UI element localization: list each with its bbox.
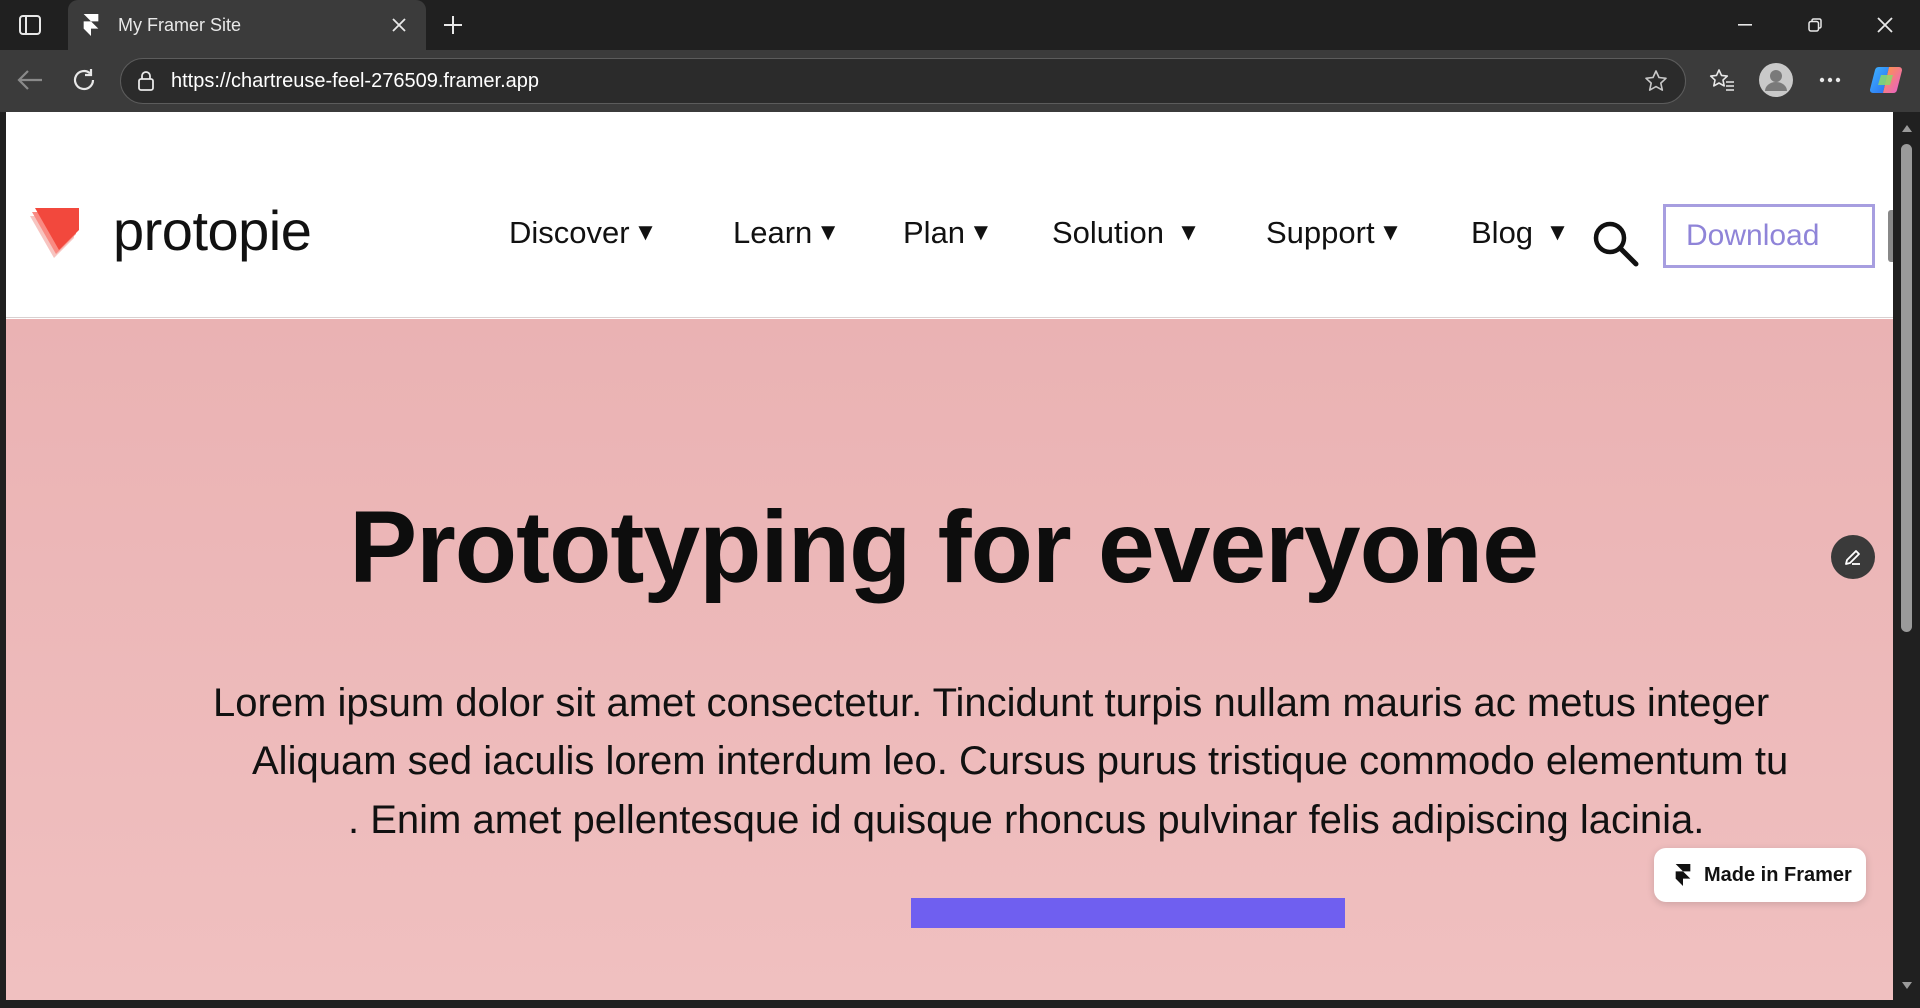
favorite-star-icon[interactable] xyxy=(1639,64,1673,98)
nav-item-learn[interactable]: Learn ▼ xyxy=(733,215,840,251)
site-header: protopie Discover ▼ Learn ▼ Plan ▼ Solution… xyxy=(6,112,1893,318)
browser-tab-active[interactable]: My Framer Site xyxy=(68,0,426,50)
nav-item-support[interactable]: Support ▼ xyxy=(1266,215,1402,251)
download-button[interactable]: Download xyxy=(1663,204,1875,268)
logo-wordmark[interactable]: protopie xyxy=(113,198,312,263)
more-options-icon[interactable] xyxy=(1810,60,1850,100)
nav-item-label: Learn xyxy=(733,215,813,250)
nav-item-solution[interactable]: Solution ▼ xyxy=(1052,215,1200,251)
page-viewport: protopie Discover ▼ Learn ▼ Plan ▼ Solution… xyxy=(6,112,1893,1000)
caret-down-icon: ▼ xyxy=(1176,219,1201,246)
framer-logo-icon xyxy=(1675,864,1691,886)
address-bar[interactable]: https://chartreuse-feel-276509.framer.ap… xyxy=(120,58,1686,104)
edit-pencil-icon[interactable] xyxy=(1831,535,1875,579)
caret-down-icon: ▼ xyxy=(1545,219,1570,246)
tab-close-icon[interactable] xyxy=(384,10,414,40)
page-scrollbar[interactable] xyxy=(1893,112,1920,1008)
caret-down-icon: ▼ xyxy=(969,219,993,246)
profile-avatar-icon[interactable] xyxy=(1756,60,1796,100)
new-tab-icon[interactable] xyxy=(436,8,470,42)
favorites-icon[interactable] xyxy=(1702,60,1742,100)
hero-title: Prototyping for everyone xyxy=(349,490,1539,604)
hero-paragraph-line: Aliquam sed iaculis lorem interdum leo. … xyxy=(252,739,1789,783)
nav-item-label: Blog xyxy=(1471,215,1542,250)
close-window-icon[interactable] xyxy=(1850,0,1920,50)
caret-down-icon: ▼ xyxy=(1378,219,1403,246)
caret-down-icon: ▼ xyxy=(633,219,658,246)
nav-item-discover[interactable]: Discover ▼ xyxy=(509,215,657,251)
protopie-logo-icon[interactable] xyxy=(28,208,84,264)
search-icon[interactable] xyxy=(1590,218,1640,268)
hero-paragraph-line: . Enim amet pellentesque id quisque rhon… xyxy=(348,798,1705,842)
scroll-thumb[interactable] xyxy=(1901,144,1912,632)
nav-item-label: Discover xyxy=(509,215,630,250)
back-arrow-icon[interactable] xyxy=(10,60,50,100)
refresh-icon[interactable] xyxy=(64,60,104,100)
restore-icon[interactable] xyxy=(1780,0,1850,50)
hero-paragraph-line: Lorem ipsum dolor sit amet consectetur. … xyxy=(213,681,1770,725)
scroll-up-arrow-icon[interactable] xyxy=(1901,122,1913,134)
scroll-down-arrow-icon[interactable] xyxy=(1901,980,1913,992)
cta-button[interactable] xyxy=(911,898,1345,928)
tab-actions-icon[interactable] xyxy=(14,10,46,40)
nav-item-plan[interactable]: Plan ▼ xyxy=(903,215,993,251)
nav-item-label: Plan xyxy=(903,215,966,250)
hero-section: Prototyping for everyone Lorem ipsum dol… xyxy=(6,319,1893,1000)
nav-item-blog[interactable]: Blog ▼ xyxy=(1471,215,1569,251)
tab-title: My Framer Site xyxy=(118,14,242,35)
browser-toolbar: https://chartreuse-feel-276509.framer.ap… xyxy=(0,50,1920,112)
url-text[interactable]: https://chartreuse-feel-276509.framer.ap… xyxy=(171,70,1639,93)
caret-down-icon: ▼ xyxy=(816,219,841,246)
window-controls xyxy=(1710,0,1920,50)
badge-label: Made in Framer xyxy=(1704,863,1852,886)
made-in-framer-badge[interactable]: Made in Framer xyxy=(1654,848,1866,902)
browser-titlebar: My Framer Site xyxy=(0,0,1920,50)
minimize-icon[interactable] xyxy=(1710,0,1780,50)
nav-item-label: Solution xyxy=(1052,215,1173,250)
framer-favicon-icon xyxy=(80,14,102,36)
lock-icon[interactable] xyxy=(135,70,157,92)
copilot-icon[interactable] xyxy=(1866,60,1906,100)
nav-item-label: Support xyxy=(1266,215,1375,250)
